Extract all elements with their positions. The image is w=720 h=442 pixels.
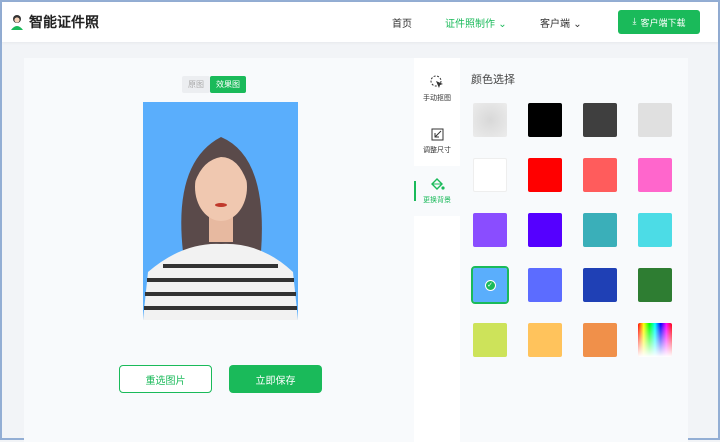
nav-id-photo[interactable]: 证件照制作 ⌄ [445, 15, 507, 30]
chevron-down-icon: ⌄ [573, 19, 582, 30]
check-icon: ✓ [484, 279, 496, 291]
color-swatch[interactable] [638, 323, 672, 357]
color-swatch[interactable] [528, 158, 562, 192]
color-swatch[interactable]: ✓ [471, 266, 509, 304]
download-icon: ⤓ [632, 17, 637, 27]
nav-label: 客户端 [540, 19, 570, 30]
nav-client[interactable]: 客户端 ⌄ [540, 15, 582, 30]
color-swatch[interactable] [473, 323, 507, 357]
color-swatch[interactable] [638, 103, 672, 137]
view-toggle: 原图 效果图 [182, 76, 246, 93]
color-swatch[interactable] [583, 158, 617, 192]
logo[interactable]: 智能证件照 [10, 12, 99, 32]
color-swatch[interactable] [473, 158, 507, 192]
color-swatch[interactable] [583, 268, 617, 302]
cursor-icon [430, 75, 443, 88]
portrait-image [143, 137, 298, 320]
color-swatch[interactable] [528, 103, 562, 137]
top-header: 智能证件照 首页 证件照制作 ⌄ 客户端 ⌄ ⤓ 客户端下载 [2, 2, 718, 42]
id-photo-preview [143, 102, 298, 320]
download-label: 客户端下载 [640, 18, 686, 29]
nav-home[interactable]: 首页 [392, 15, 412, 30]
color-panel-title: 颜色选择 [471, 73, 515, 86]
chevron-down-icon: ⌄ [498, 19, 507, 30]
color-panel: 颜色选择 ✓ [460, 58, 688, 442]
color-swatch[interactable] [638, 268, 672, 302]
color-swatch[interactable] [583, 323, 617, 357]
color-swatch[interactable] [528, 323, 562, 357]
color-swatch[interactable] [638, 158, 672, 192]
tool-sidebar: 手动抠图 调整尺寸 更换背景 [414, 58, 460, 442]
sidebar-item-label: 手动抠图 [423, 94, 451, 102]
sidebar-item-label: 更换背景 [423, 196, 451, 204]
preview-area: 原图 效果图 重选图片 立即保存 [24, 58, 414, 442]
color-swatch[interactable] [638, 213, 672, 247]
sidebar-item-resize[interactable]: 调整尺寸 [414, 116, 460, 166]
sidebar-item-label: 调整尺寸 [423, 145, 451, 154]
resize-icon [431, 128, 443, 140]
color-swatch[interactable] [528, 213, 562, 247]
save-now-button[interactable]: 立即保存 [229, 365, 322, 393]
color-swatch[interactable] [473, 213, 507, 247]
sidebar-item-manual-cutout[interactable]: 手动抠图 [414, 64, 460, 114]
nav-label: 证件照制作 [445, 19, 495, 30]
app-title: 智能证件照 [29, 15, 99, 31]
color-swatch[interactable] [528, 268, 562, 302]
sidebar-item-change-background[interactable]: 更换背景 [414, 166, 460, 216]
reselect-image-button[interactable]: 重选图片 [119, 365, 212, 393]
color-swatch[interactable] [473, 103, 507, 137]
color-swatch[interactable] [583, 103, 617, 137]
person-logo-icon [11, 15, 23, 30]
toggle-result[interactable]: 效果图 [210, 76, 246, 93]
download-client-button[interactable]: ⤓ 客户端下载 [618, 10, 700, 34]
toggle-original[interactable]: 原图 [182, 76, 210, 93]
color-swatch[interactable] [583, 213, 617, 247]
paint-bucket-icon [430, 178, 445, 190]
